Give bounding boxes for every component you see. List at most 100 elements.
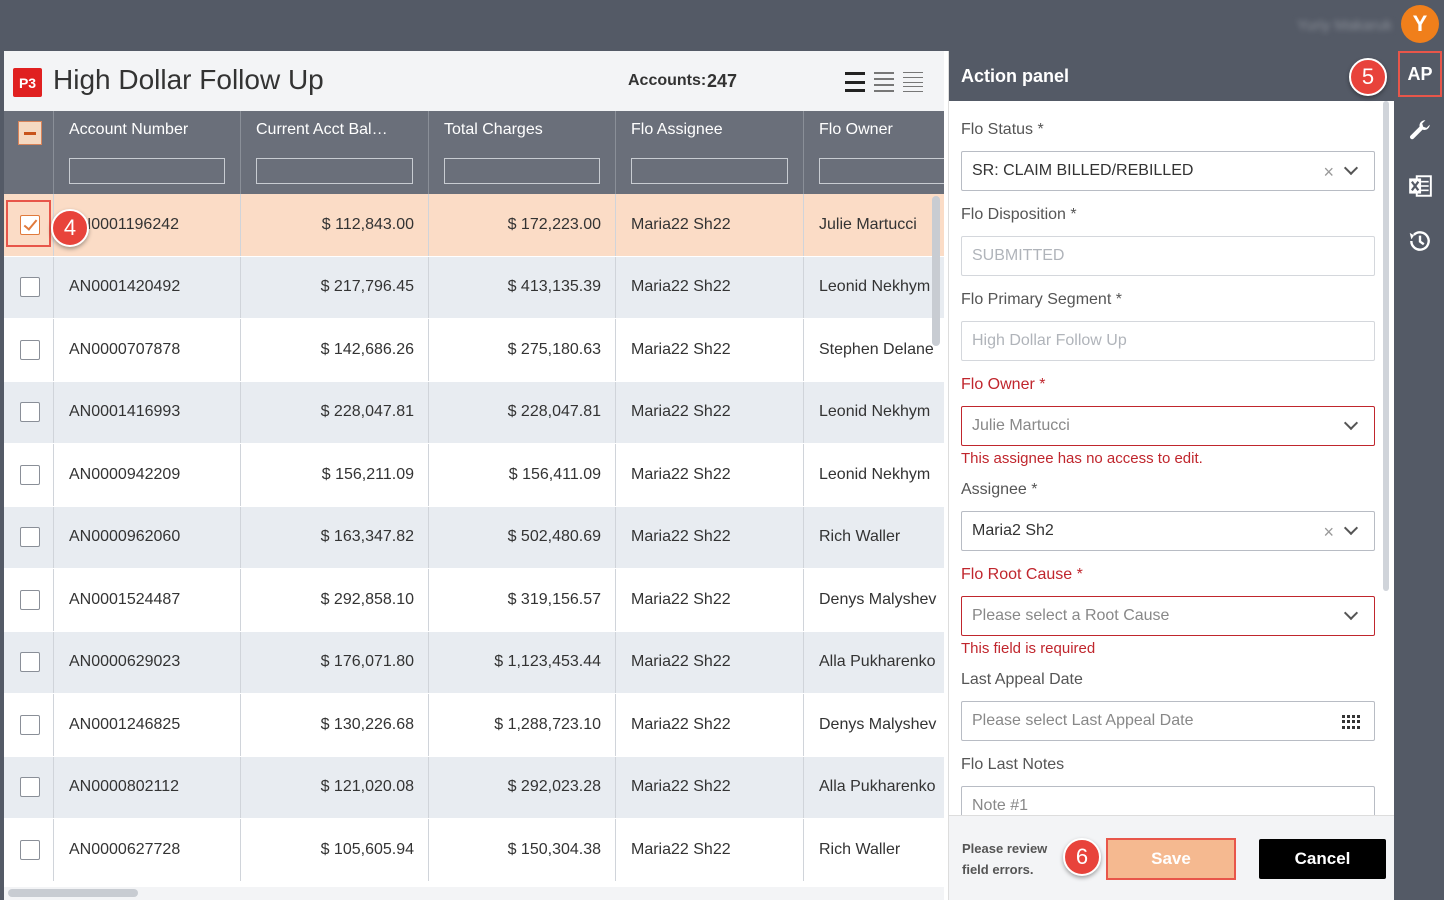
checkbox-highlight — [6, 200, 51, 247]
table-row[interactable]: AN0001416993 $ 228,047.81 $ 228,047.81 Mari… — [4, 381, 944, 444]
row-checkbox[interactable] — [20, 402, 40, 423]
density-comfortable-icon[interactable] — [903, 72, 923, 92]
flo-owner-cell: Rich Waller — [819, 840, 901, 858]
cancel-button[interactable]: Cancel — [1259, 839, 1386, 879]
total-charges-cell: $ 228,047.81 — [429, 381, 616, 443]
clear-icon[interactable]: × — [1323, 522, 1334, 543]
select-all-checkbox[interactable] — [18, 121, 42, 145]
row-select-cell — [4, 819, 54, 881]
table-row[interactable]: AN0000707878 $ 142,686.26 $ 275,180.63 Mari… — [4, 319, 944, 382]
column-label: Flo Assignee — [631, 121, 723, 138]
column-total-charges[interactable]: Total Charges — [429, 111, 616, 194]
assignee-select[interactable]: Maria2 Sh2 × — [961, 511, 1375, 551]
flo-owner-error: This assignee has no access to edit. — [961, 450, 1203, 467]
table-row[interactable]: AN0000629023 $ 176,071.80 $ 1,123,453.44 Ma… — [4, 631, 944, 694]
chevron-down-icon[interactable] — [1343, 160, 1359, 176]
accounts-label: Accounts: — [628, 72, 707, 89]
flo-owner-field: Flo Owner * Julie Martucci This assignee… — [961, 376, 1375, 467]
row-select-cell — [4, 569, 54, 631]
account-number-cell: AN0000629023 — [54, 631, 241, 693]
column-flo-assignee[interactable]: Flo Assignee — [616, 111, 804, 194]
avatar[interactable]: Y — [1401, 5, 1439, 43]
table-row[interactable]: AN0001524487 $ 292,858.10 $ 319,156.57 Mari… — [4, 569, 944, 632]
table-row[interactable]: AN0001196242 $ 112,843.00 $ 172,223.00 Mari… — [4, 194, 944, 257]
horizontal-scrollbar[interactable] — [8, 889, 138, 897]
calendar-icon[interactable] — [1342, 715, 1362, 729]
row-checkbox[interactable] — [20, 839, 40, 860]
panel-scrollbar[interactable] — [1383, 101, 1389, 591]
table-row[interactable]: AN0000942209 $ 156,211.09 $ 156,411.09 Mari… — [4, 444, 944, 507]
current-balance-cell: $ 156,211.09 — [241, 444, 429, 506]
flo-status-select[interactable]: SR: CLAIM BILLED/REBILLED × — [961, 151, 1375, 191]
column-current-balance[interactable]: Current Acct Bal… — [241, 111, 429, 194]
filter-total-charges[interactable] — [444, 158, 600, 184]
flo-last-notes-field: Flo Last Notes Note #1 — [961, 756, 1375, 815]
table-row[interactable]: AN0001246825 $ 130,226.68 $ 1,288,723.10 Ma… — [4, 694, 944, 757]
row-select-cell — [4, 319, 54, 381]
current-balance-cell: $ 142,686.26 — [241, 319, 429, 381]
row-checkbox[interactable] — [20, 464, 40, 485]
current-balance-cell: $ 176,071.80 — [241, 631, 429, 693]
filter-flo-assignee[interactable] — [631, 158, 788, 184]
account-number-cell: AN0000707878 — [54, 319, 241, 381]
vertical-scrollbar[interactable] — [932, 196, 940, 346]
flo-primary-segment-field: Flo Primary Segment * High Dollar Follow… — [961, 291, 1375, 361]
table-row[interactable]: AN0001420492 $ 217,796.45 $ 413,135.39 Mari… — [4, 256, 944, 319]
horizontal-scroll-track — [4, 887, 944, 900]
history-icon[interactable] — [1407, 228, 1433, 254]
user-name[interactable]: Yuriy Makaruk — [1297, 17, 1392, 34]
total-charges-cell: $ 292,023.28 — [429, 756, 616, 818]
clear-icon[interactable]: × — [1323, 162, 1334, 183]
chevron-down-icon[interactable] — [1343, 520, 1359, 536]
row-checkbox[interactable] — [20, 589, 40, 610]
title-bar: P3 High Dollar Follow Up Accounts: 247 — [4, 51, 944, 111]
filter-flo-owner[interactable] — [819, 158, 944, 184]
row-checkbox[interactable] — [20, 652, 40, 673]
flo-owner-cell: Leonid Nekhym — [819, 278, 931, 296]
flo-last-notes-input[interactable]: Note #1 — [961, 786, 1375, 815]
table-row[interactable]: AN0000802112 $ 121,020.08 $ 292,023.28 Mari… — [4, 756, 944, 819]
total-charges-cell: $ 1,123,453.44 — [429, 631, 616, 693]
flo-assignee-cell: Maria22 Sh22 — [616, 506, 804, 568]
filter-current-balance[interactable] — [256, 158, 413, 184]
flo-assignee-cell: Maria22 Sh22 — [616, 256, 804, 318]
flo-owner-cell: Alla Pukharenko — [819, 653, 936, 671]
current-balance-cell: $ 292,858.10 — [241, 569, 429, 631]
flo-assignee-cell: Maria22 Sh22 — [616, 756, 804, 818]
save-button[interactable]: Save — [1106, 838, 1236, 880]
total-charges-cell: $ 150,304.38 — [429, 819, 616, 881]
flo-root-cause-select[interactable]: Please select a Root Cause — [961, 596, 1375, 636]
flo-owner-cell: Leonid Nekhym — [819, 403, 931, 421]
account-number-cell: AN0000942209 — [54, 444, 241, 506]
row-checkbox[interactable] — [20, 527, 40, 548]
flo-primary-segment-value: High Dollar Follow Up — [972, 332, 1127, 349]
density-compact-icon[interactable] — [845, 72, 865, 92]
row-checkbox[interactable] — [20, 277, 40, 298]
table-row[interactable]: AN0000627728 $ 105,605.94 $ 150,304.38 Mari… — [4, 819, 944, 882]
wrench-icon[interactable] — [1407, 117, 1433, 143]
table-row[interactable]: AN0000962060 $ 163,347.82 $ 502,480.69 Mari… — [4, 506, 944, 569]
last-appeal-date-input[interactable]: Please select Last Appeal Date — [961, 701, 1375, 741]
filter-account-number[interactable] — [69, 158, 225, 184]
action-panel-toggle[interactable]: AP — [1398, 51, 1442, 97]
density-normal-icon[interactable] — [874, 72, 894, 92]
total-charges-cell: $ 172,223.00 — [429, 194, 616, 256]
row-select-cell — [4, 444, 54, 506]
account-number-cell: AN0001246825 — [54, 694, 241, 756]
account-number-cell: AN0001524487 — [54, 569, 241, 631]
chevron-down-icon[interactable] — [1343, 415, 1359, 431]
excel-icon[interactable] — [1407, 173, 1433, 199]
flo-assignee-cell: Maria22 Sh22 — [616, 631, 804, 693]
chevron-down-icon[interactable] — [1343, 605, 1359, 621]
page-title: High Dollar Follow Up — [53, 64, 324, 95]
step-marker-5: 5 — [1349, 58, 1387, 96]
row-checkbox[interactable] — [20, 339, 40, 360]
column-account-number[interactable]: Account Number — [54, 111, 241, 194]
flo-status-label: Flo Status * — [961, 121, 1044, 138]
total-charges-cell: $ 156,411.09 — [429, 444, 616, 506]
column-label: Total Charges — [444, 121, 543, 138]
column-flo-owner[interactable]: Flo Owner — [804, 111, 944, 194]
row-checkbox[interactable] — [20, 777, 40, 798]
flo-owner-select[interactable]: Julie Martucci — [961, 406, 1375, 446]
row-checkbox[interactable] — [20, 714, 40, 735]
